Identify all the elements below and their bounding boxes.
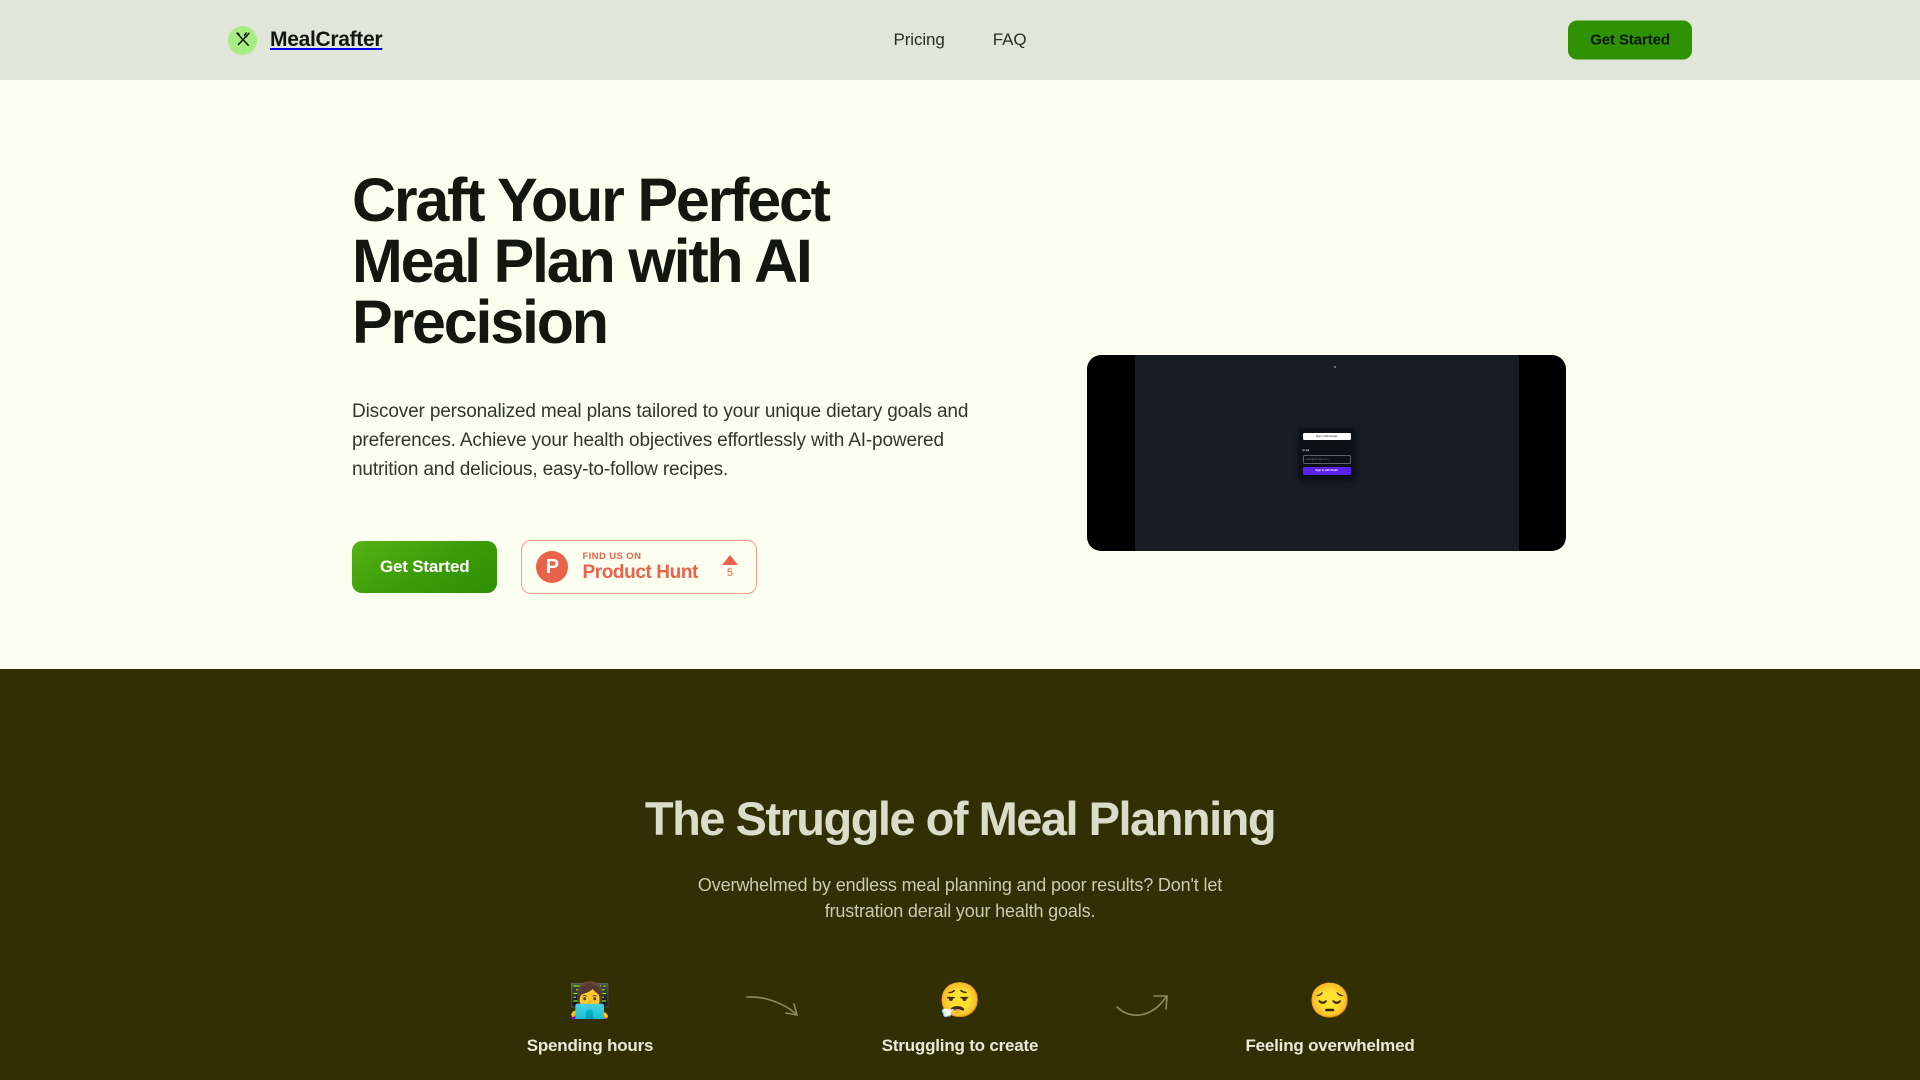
email-label: Email — [1302, 448, 1310, 452]
struggle-section: The Struggle of Meal Planning Overwhelme… — [0, 669, 1920, 1080]
hero-actions: Get Started P FIND US ON Product Hunt 5 — [352, 540, 1032, 595]
product-hunt-name: Product Hunt — [582, 562, 698, 584]
main-nav: Pricing FAQ — [894, 30, 1027, 50]
product-hunt-text: FIND US ON Product Hunt — [582, 551, 698, 583]
struggle-step-3-label: Feeling overwhelmed — [1245, 1036, 1415, 1056]
hero-subtitle: Discover personalized meal plans tailore… — [352, 401, 969, 481]
product-hunt-logo-icon: P — [536, 551, 569, 584]
login-card: Sign in with Google Email email@domain.c… — [1298, 427, 1355, 479]
struggle-step-1-label: Spending hours — [526, 1036, 654, 1056]
struggle-step-2-label: Struggling to create — [881, 1036, 1039, 1056]
google-sign-in-button: Sign in with Google — [1302, 432, 1351, 440]
curved-arrow-up-right-icon — [1085, 980, 1205, 1022]
brand-name: MealCrafter — [270, 28, 383, 51]
divider — [1303, 443, 1351, 446]
struggle-step-1: 👩‍💻 Spending hours — [465, 980, 715, 1056]
header-get-started-button[interactable]: Get Started — [1568, 20, 1692, 60]
hero-section: Craft Your Perfect Meal Plan with AI Pre… — [0, 80, 1920, 669]
struggle-step-3: 😔 Feeling overwhelmed — [1205, 980, 1455, 1056]
person-at-laptop-emoji: 👩‍💻 — [568, 982, 612, 1021]
fork-knife-icon — [228, 25, 257, 55]
email-sign-in-button: Sign in with Email — [1302, 466, 1351, 475]
product-hunt-logo-letter: P — [545, 555, 560, 578]
nav-link-faq[interactable]: FAQ — [993, 30, 1027, 50]
struggle-step-2: 😮‍💨 Struggling to create — [835, 980, 1085, 1056]
triangle-up-icon — [721, 555, 738, 566]
struggle-subtitle: Overwhelmed by endless meal planning and… — [697, 875, 1223, 921]
face-exhaling-emoji: 😮‍💨 — [938, 982, 982, 1021]
video-screen: Sign in with Google Email email@domain.c… — [1134, 355, 1519, 551]
struggle-title: The Struggle of Meal Planning — [644, 792, 1277, 845]
video-frame: Sign in with Google Email email@domain.c… — [1087, 355, 1566, 551]
product-hunt-kicker: FIND US ON — [582, 551, 642, 563]
cursor-dot-icon — [1334, 366, 1337, 368]
product-hunt-upvote-count: 5 — [726, 567, 734, 580]
brand-logo[interactable]: MealCrafter — [228, 25, 383, 55]
product-hunt-badge[interactable]: P FIND US ON Product Hunt 5 — [521, 540, 757, 595]
product-hunt-upvote[interactable]: 5 — [721, 555, 738, 580]
pensive-face-emoji: 😔 — [1308, 982, 1352, 1021]
hero-video-mockup[interactable]: Sign in with Google Email email@domain.c… — [1087, 355, 1566, 551]
nav-link-pricing[interactable]: Pricing — [894, 30, 945, 50]
struggle-steps: 👩‍💻 Spending hours 😮‍💨 Struggling to cre… — [228, 980, 1692, 1056]
hero-title: Craft Your Perfect Meal Plan with AI Pre… — [352, 166, 831, 356]
hero-copy: Craft Your Perfect Meal Plan with AI Pre… — [352, 170, 1032, 669]
site-header: MealCrafter Pricing FAQ Get Started — [0, 0, 1920, 80]
hero-get-started-button[interactable]: Get Started — [352, 541, 498, 594]
curved-arrow-down-right-icon — [715, 980, 835, 1022]
email-field: email@domain.com — [1302, 454, 1351, 464]
